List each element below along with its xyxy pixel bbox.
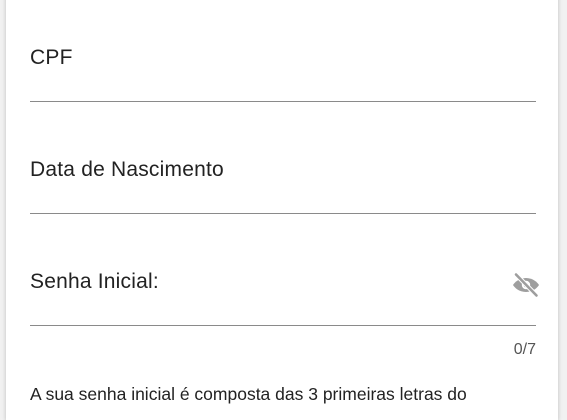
birth-date-underline xyxy=(30,213,536,214)
initial-password-label: Senha Inicial: xyxy=(30,270,159,293)
eye-off-icon xyxy=(513,272,539,298)
toggle-password-visibility-button[interactable] xyxy=(509,270,543,300)
password-hint-text: A sua senha inicial é composta das 3 pri… xyxy=(30,384,467,404)
login-form-card: CPF Data de Nascimento Senha Inicial: 0/… xyxy=(6,0,558,420)
birth-date-label: Data de Nascimento xyxy=(30,158,224,181)
initial-password-underline xyxy=(30,325,536,326)
password-char-counter: 0/7 xyxy=(513,341,536,358)
cpf-underline xyxy=(30,101,536,102)
cpf-label: CPF xyxy=(30,46,73,69)
